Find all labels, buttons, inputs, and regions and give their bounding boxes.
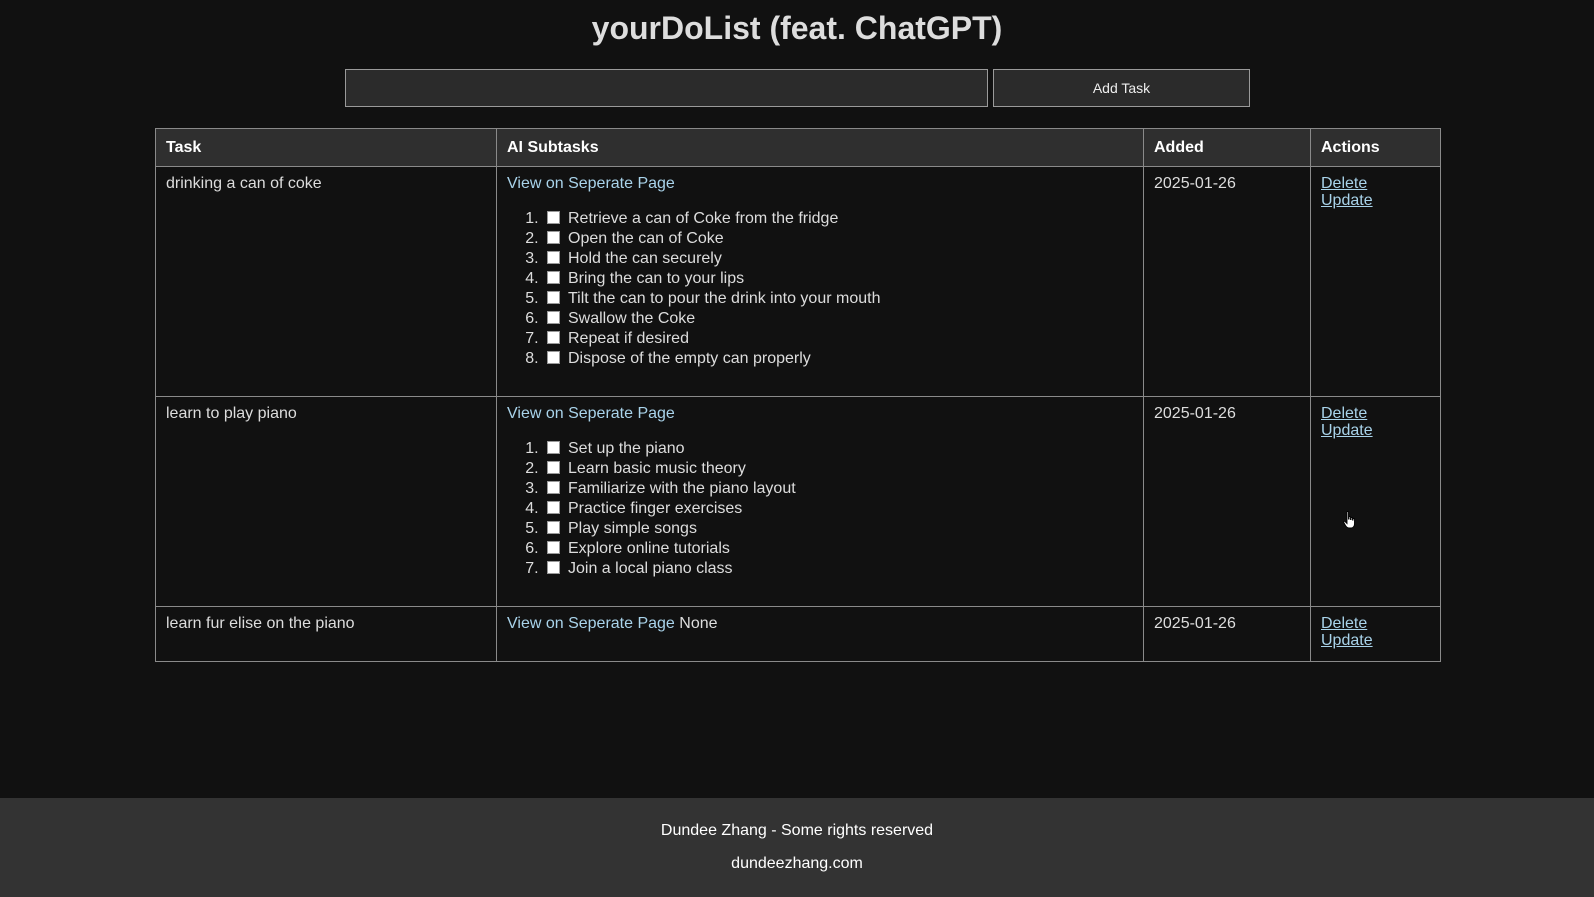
subtask-item: Dispose of the empty can properly xyxy=(543,349,1133,369)
subtask-label: Open the can of Coke xyxy=(568,230,724,247)
subtask-checkbox[interactable] xyxy=(547,231,560,244)
subtask-checkbox[interactable] xyxy=(547,441,560,454)
add-task-button[interactable]: Add Task xyxy=(993,69,1250,107)
task-name: learn fur elise on the piano xyxy=(155,606,497,662)
subtask-item: Swallow the Coke xyxy=(543,309,1133,329)
column-header-ai-subtasks: AI Subtasks xyxy=(496,128,1144,167)
subtasks-cell: View on Seperate Page Set up the piano L… xyxy=(496,396,1144,607)
update-link[interactable]: Update xyxy=(1321,632,1430,649)
footer-copyright: Dundee Zhang - Some rights reserved xyxy=(660,822,934,839)
subtask-label: Retrieve a can of Coke from the fridge xyxy=(568,210,839,227)
view-separate-page-link[interactable]: View on Seperate Page xyxy=(507,405,675,422)
update-link[interactable]: Update xyxy=(1321,422,1430,439)
subtask-checkbox[interactable] xyxy=(547,561,560,574)
subtask-label: Tilt the can to pour the drink into your… xyxy=(568,290,881,307)
subtask-checkbox[interactable] xyxy=(547,481,560,494)
subtask-item: Practice finger exercises xyxy=(543,499,1133,519)
added-date: 2025-01-26 xyxy=(1143,166,1311,397)
subtask-item: Set up the piano xyxy=(543,439,1133,459)
column-header-added: Added xyxy=(1143,128,1311,167)
delete-link[interactable]: Delete xyxy=(1321,405,1430,422)
subtask-label: Join a local piano class xyxy=(568,560,733,577)
footer: Dundee Zhang - Some rights reserved dund… xyxy=(0,798,1594,897)
subtask-checkbox[interactable] xyxy=(547,461,560,474)
delete-link[interactable]: Delete xyxy=(1321,175,1430,192)
added-date: 2025-01-26 xyxy=(1143,396,1311,607)
added-date: 2025-01-26 xyxy=(1143,606,1311,662)
subtask-label: Dispose of the empty can properly xyxy=(568,350,811,367)
subtask-label: Repeat if desired xyxy=(568,330,689,347)
subtask-label: Learn basic music theory xyxy=(568,460,746,477)
subtasks-cell: View on Seperate Page Retrieve a can of … xyxy=(496,166,1144,397)
subtask-label: Hold the can securely xyxy=(568,250,722,267)
subtask-label: Practice finger exercises xyxy=(568,500,743,517)
hand-pointer-icon xyxy=(1343,511,1355,529)
footer-site-link[interactable]: dundeezhang.com xyxy=(0,855,1594,873)
subtask-checkbox[interactable] xyxy=(547,521,560,534)
subtask-checkbox[interactable] xyxy=(547,291,560,304)
actions-cell: Delete Update xyxy=(1310,606,1441,662)
delete-link[interactable]: Delete xyxy=(1321,615,1430,632)
subtask-label: Play simple songs xyxy=(568,520,697,537)
subtask-list: Set up the piano Learn basic music theor… xyxy=(507,439,1133,579)
subtask-checkbox[interactable] xyxy=(547,351,560,364)
subtask-item: Hold the can securely xyxy=(543,249,1133,269)
subtask-item: Play simple songs xyxy=(543,519,1133,539)
column-header-actions: Actions xyxy=(1310,128,1441,167)
subtask-checkbox[interactable] xyxy=(547,251,560,264)
subtask-list: Retrieve a can of Coke from the fridge O… xyxy=(507,209,1133,369)
subtask-item: Familiarize with the piano layout xyxy=(543,479,1133,499)
subtask-checkbox[interactable] xyxy=(547,331,560,344)
table-row: learn fur elise on the piano View on Sep… xyxy=(155,606,1441,662)
subtask-checkbox[interactable] xyxy=(547,211,560,224)
actions-cell: Delete Update xyxy=(1310,166,1441,397)
subtask-label: Swallow the Coke xyxy=(568,310,696,327)
table-row: learn to play piano View on Seperate Pag… xyxy=(155,396,1441,607)
subtask-checkbox[interactable] xyxy=(547,311,560,324)
subtask-label: Explore online tutorials xyxy=(568,540,730,557)
subtask-item: Repeat if desired xyxy=(543,329,1133,349)
table-header-row: Task AI Subtasks Added Actions xyxy=(155,128,1441,167)
subtask-checkbox[interactable] xyxy=(547,541,560,554)
task-input[interactable] xyxy=(345,69,988,107)
subtask-label: Familiarize with the piano layout xyxy=(568,480,796,497)
subtask-item: Learn basic music theory xyxy=(543,459,1133,479)
subtask-label: Bring the can to your lips xyxy=(568,270,745,287)
column-header-task: Task xyxy=(155,128,497,167)
subtask-item: Retrieve a can of Coke from the fridge xyxy=(543,209,1133,229)
subtask-item: Tilt the can to pour the drink into your… xyxy=(543,289,1133,309)
update-link[interactable]: Update xyxy=(1321,192,1430,209)
page-title: yourDoList (feat. ChatGPT) xyxy=(591,10,1003,46)
subtask-checkbox[interactable] xyxy=(547,501,560,514)
subtask-item: Join a local piano class xyxy=(543,559,1133,579)
subtask-label: Set up the piano xyxy=(568,440,685,457)
actions-cell: Delete Update xyxy=(1310,396,1441,607)
table-row: drinking a can of coke View on Seperate … xyxy=(155,166,1441,397)
subtask-item: Open the can of Coke xyxy=(543,229,1133,249)
tasks-table: Task AI Subtasks Added Actions drinking … xyxy=(155,128,1441,662)
task-name: learn to play piano xyxy=(155,396,497,607)
subtask-item: Explore online tutorials xyxy=(543,539,1133,559)
view-separate-page-link[interactable]: View on Seperate Page xyxy=(507,615,675,632)
subtask-item: Bring the can to your lips xyxy=(543,269,1133,289)
subtask-checkbox[interactable] xyxy=(547,271,560,284)
view-separate-page-link[interactable]: View on Seperate Page xyxy=(507,175,675,192)
subtasks-cell: View on Seperate Page None xyxy=(496,606,1144,662)
no-subtasks-text: None xyxy=(679,615,718,632)
task-name: drinking a can of coke xyxy=(155,166,497,397)
